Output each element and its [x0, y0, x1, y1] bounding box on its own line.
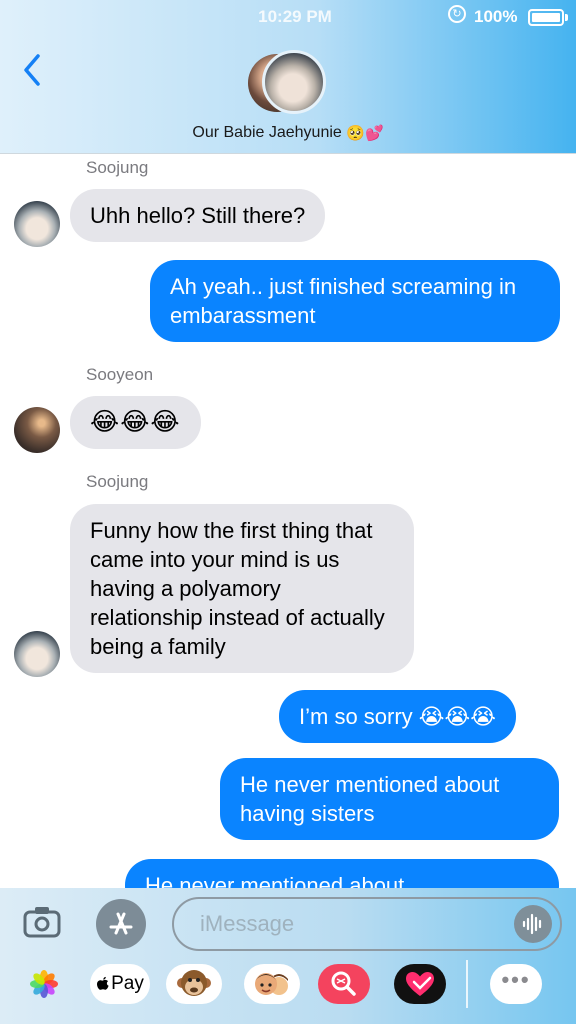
- apple-pay-button[interactable]: Pay: [90, 964, 150, 1004]
- group-name[interactable]: Our Babie Jaehyunie 🥺💕: [0, 124, 576, 142]
- sender-name: Soojung: [86, 472, 149, 491]
- photos-icon: [30, 970, 58, 998]
- avatar[interactable]: [14, 631, 60, 677]
- message-bubble-incoming[interactable]: Funny how the first thing that came into…: [70, 504, 414, 673]
- photos-app-button[interactable]: [20, 964, 68, 1004]
- apple-logo-icon: [97, 976, 109, 990]
- app-drawer-divider: [466, 960, 468, 1008]
- avatar[interactable]: [14, 201, 60, 247]
- memoji-icon: [255, 973, 288, 995]
- animoji-app-button[interactable]: [166, 964, 222, 1004]
- back-button[interactable]: [18, 50, 48, 90]
- app-store-icon: [109, 912, 133, 935]
- memoji-app-button[interactable]: [244, 964, 300, 1004]
- message-bubble-outgoing[interactable]: He never mentioned about having sisters: [220, 758, 559, 840]
- orientation-lock-icon: ↻: [448, 5, 466, 23]
- image-search-app-button[interactable]: [318, 964, 370, 1004]
- sender-name: Sooyeon: [86, 365, 154, 384]
- group-avatar[interactable]: [248, 50, 328, 114]
- status-time: 10:29 PM: [258, 7, 332, 26]
- app-drawer: Pay •••: [0, 960, 576, 1020]
- camera-icon: [23, 907, 61, 938]
- message-list[interactable]: Soojung Uhh hello? Still there? Ah yeah.…: [0, 155, 576, 888]
- camera-button[interactable]: [22, 904, 62, 940]
- app-store-button[interactable]: [96, 899, 146, 949]
- group-name-emojis: 🥺💕: [346, 125, 384, 142]
- status-bar: 10:29 PM ↻ 100%: [0, 0, 576, 34]
- audio-message-button[interactable]: [514, 905, 552, 943]
- message-bubble-outgoing[interactable]: I’m so sorry 😭😭😭: [279, 690, 516, 743]
- message-bubble-outgoing[interactable]: Ah yeah.. just finished screaming in emb…: [150, 260, 560, 342]
- chevron-left-icon: [24, 54, 40, 86]
- group-name-text: Our Babie Jaehyunie: [192, 124, 342, 142]
- message-bubble-outgoing[interactable]: He never mentioned about: [125, 859, 559, 888]
- conversation-header: 10:29 PM ↻ 100% Our Babie Jaehyunie 🥺💕: [0, 0, 576, 154]
- message-bubble-incoming[interactable]: 😂😂😂: [70, 396, 201, 449]
- battery-percentage: 100%: [474, 7, 518, 26]
- more-apps-button[interactable]: •••: [490, 964, 542, 1004]
- sender-name: Soojung: [86, 158, 149, 177]
- digital-touch-app-button[interactable]: [394, 964, 446, 1004]
- avatar[interactable]: [14, 407, 60, 453]
- avatar: [262, 50, 326, 114]
- monkey-animoji-icon: [177, 970, 211, 996]
- more-icon: •••: [501, 967, 531, 992]
- apple-pay-label: Pay: [111, 973, 144, 994]
- digital-touch-heart-icon: [406, 972, 434, 996]
- compose-bar: Pay: [0, 888, 576, 1024]
- image-search-icon: [331, 971, 356, 996]
- message-bubble-incoming[interactable]: Uhh hello? Still there?: [70, 189, 326, 242]
- message-input[interactable]: [172, 897, 562, 951]
- waveform-icon: [522, 913, 542, 935]
- battery-icon: [528, 9, 564, 26]
